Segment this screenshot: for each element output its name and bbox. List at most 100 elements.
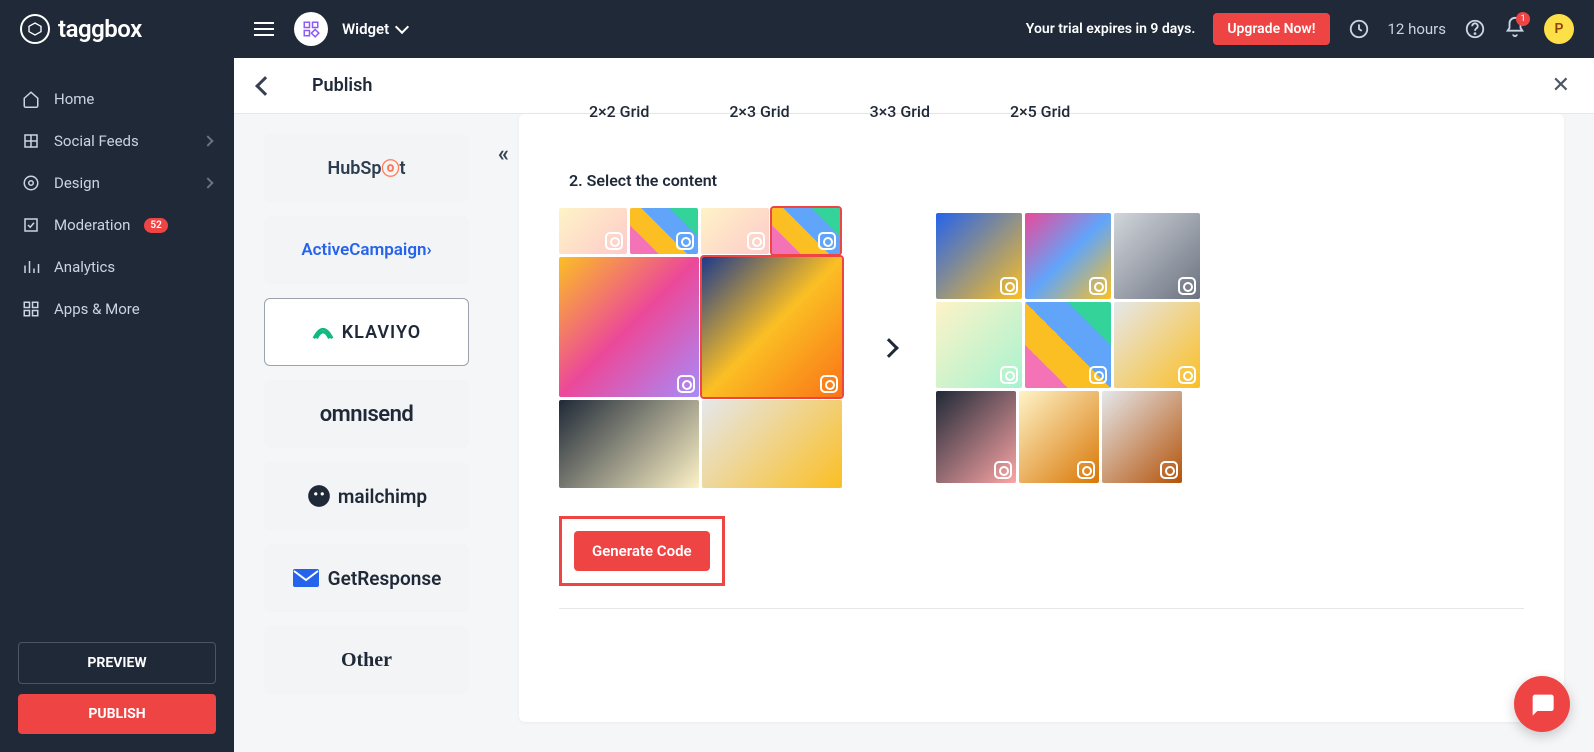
sidebar-item-apps[interactable]: Apps & More xyxy=(0,288,234,330)
collapse-panel-icon[interactable]: « xyxy=(498,142,509,167)
publish-button[interactable]: PUBLISH xyxy=(18,694,216,734)
chevron-right-icon xyxy=(202,177,213,188)
sidebar: Home Social Feeds Design Moderation 52 A… xyxy=(0,58,234,752)
sidebar-item-label: Design xyxy=(54,174,100,192)
hours-text: 12 hours xyxy=(1388,20,1447,38)
sidebar-item-label: Social Feeds xyxy=(54,132,139,150)
content-tile[interactable] xyxy=(702,257,842,397)
trial-text: Your trial expires in 9 days. xyxy=(1026,21,1196,37)
platform-omnisend[interactable]: omnısend xyxy=(264,380,469,448)
instagram-icon xyxy=(677,375,695,393)
top-right-controls: Your trial expires in 9 days. Upgrade No… xyxy=(1026,13,1574,45)
platform-other[interactable]: Other xyxy=(264,626,469,694)
notification-badge: 1 xyxy=(1516,12,1530,26)
generate-code-highlight: Generate Code xyxy=(559,516,725,586)
widget-dropdown-label: Widget xyxy=(342,20,389,38)
content-grid-right[interactable] xyxy=(936,213,1200,483)
instagram-icon xyxy=(1000,277,1018,295)
content-panel: 2×2 Grid 2×3 Grid 3×3 Grid 2×5 Grid 2. S… xyxy=(519,114,1564,722)
grid-tab-2x5[interactable]: 2×5 Grid xyxy=(1010,102,1070,121)
instagram-icon xyxy=(747,232,765,250)
chat-icon xyxy=(1528,690,1556,718)
platform-hubspot[interactable]: HubSpⓞt xyxy=(264,134,469,202)
content-tile[interactable] xyxy=(936,391,1016,483)
mailchimp-icon xyxy=(306,483,332,509)
content-tile[interactable] xyxy=(1025,302,1111,388)
content-tile[interactable] xyxy=(1102,391,1182,483)
avatar[interactable]: P xyxy=(1544,14,1574,44)
instagram-icon xyxy=(605,232,623,250)
platforms-panel: « HubSpⓞt ActiveCampaign › KLAVIYO omnıs… xyxy=(234,114,499,752)
instagram-icon xyxy=(676,232,694,250)
content-tile[interactable] xyxy=(772,208,840,254)
grid-tab-2x3[interactable]: 2×3 Grid xyxy=(729,102,789,121)
content-tile[interactable] xyxy=(702,400,842,488)
content-tile[interactable] xyxy=(559,400,699,488)
instagram-icon xyxy=(1178,366,1196,384)
notifications-button[interactable]: 1 xyxy=(1504,16,1526,42)
widget-icon[interactable] xyxy=(294,12,328,46)
step-2-label: 2. Select the content xyxy=(569,171,1524,190)
sidebar-item-home[interactable]: Home xyxy=(0,78,234,120)
logo-icon xyxy=(20,14,50,44)
instagram-icon xyxy=(1077,461,1095,479)
sidebar-item-label: Apps & More xyxy=(54,300,140,318)
platform-mailchimp[interactable]: mailchimp xyxy=(264,462,469,530)
next-arrow-icon[interactable] xyxy=(879,338,899,358)
content-previews xyxy=(559,208,1524,488)
clock-icon[interactable] xyxy=(1348,18,1370,40)
main-content: « HubSpⓞt ActiveCampaign › KLAVIYO omnıs… xyxy=(234,114,1594,752)
upgrade-button[interactable]: Upgrade Now! xyxy=(1213,13,1329,45)
back-arrow-icon[interactable] xyxy=(255,76,275,96)
divider xyxy=(559,608,1524,609)
page-title: Publish xyxy=(312,75,372,96)
apps-icon xyxy=(22,300,40,318)
envelope-icon xyxy=(292,568,320,588)
instagram-icon xyxy=(1089,277,1107,295)
help-icon[interactable] xyxy=(1464,18,1486,40)
content-tile[interactable] xyxy=(936,213,1022,299)
sidebar-item-label: Moderation xyxy=(54,216,130,234)
content-tile[interactable] xyxy=(936,302,1022,388)
chat-fab[interactable] xyxy=(1514,676,1570,732)
instagram-icon xyxy=(1178,277,1196,295)
platform-activecampaign[interactable]: ActiveCampaign › xyxy=(264,216,469,284)
grid-tab-3x3[interactable]: 3×3 Grid xyxy=(870,102,930,121)
analytics-icon xyxy=(22,258,40,276)
platform-klaviyo[interactable]: KLAVIYO xyxy=(264,298,469,366)
content-tile[interactable] xyxy=(701,208,769,254)
instagram-icon xyxy=(1089,366,1107,384)
menu-toggle-icon[interactable] xyxy=(254,22,274,36)
klaviyo-icon xyxy=(312,323,334,341)
platform-getresponse[interactable]: GetResponse xyxy=(264,544,469,612)
brand-logo[interactable]: taggbox xyxy=(20,14,234,44)
brand-name: taggbox xyxy=(58,15,142,43)
grid-tab-2x2[interactable]: 2×2 Grid xyxy=(589,102,649,121)
sidebar-item-social-feeds[interactable]: Social Feeds xyxy=(0,120,234,162)
content-tile[interactable] xyxy=(1019,391,1099,483)
content-grid-left[interactable] xyxy=(559,208,842,488)
sidebar-item-analytics[interactable]: Analytics xyxy=(0,246,234,288)
sidebar-item-design[interactable]: Design xyxy=(0,162,234,204)
content-tile[interactable] xyxy=(1025,213,1111,299)
moderation-badge: 52 xyxy=(144,218,167,233)
content-tile[interactable] xyxy=(630,208,698,254)
chevron-down-icon xyxy=(395,20,409,34)
content-tile[interactable] xyxy=(559,257,699,397)
instagram-icon xyxy=(1000,366,1018,384)
top-bar: taggbox Widget Your trial expires in 9 d… xyxy=(0,0,1594,58)
moderation-icon xyxy=(22,216,40,234)
feeds-icon xyxy=(22,132,40,150)
widget-dropdown[interactable]: Widget xyxy=(342,20,407,38)
content-tile[interactable] xyxy=(559,208,627,254)
content-tile[interactable] xyxy=(1114,213,1200,299)
content-tile[interactable] xyxy=(1114,302,1200,388)
instagram-icon xyxy=(994,461,1012,479)
chevron-right-icon xyxy=(202,135,213,146)
sidebar-item-label: Home xyxy=(54,90,94,108)
generate-code-button[interactable]: Generate Code xyxy=(574,531,710,571)
instagram-icon xyxy=(818,232,836,250)
preview-button[interactable]: PREVIEW xyxy=(18,642,216,684)
sidebar-item-moderation[interactable]: Moderation 52 xyxy=(0,204,234,246)
close-icon[interactable]: ✕ xyxy=(1552,73,1570,98)
